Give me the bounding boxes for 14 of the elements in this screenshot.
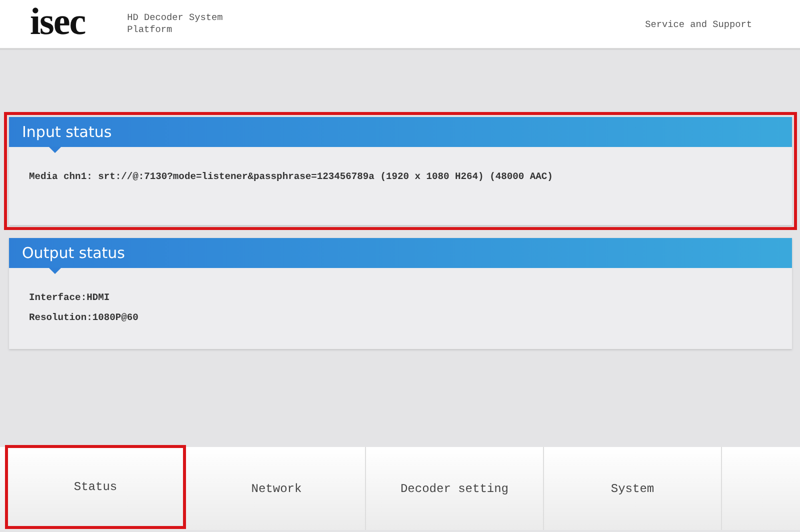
nav-tab[interactable]: Decoder setting (366, 447, 544, 530)
logo: isec (30, 3, 86, 41)
status-line: Interface:HDMI (29, 292, 111, 303)
pointer-notch (49, 147, 61, 153)
support-link[interactable]: Service and Support (645, 18, 752, 30)
status-line: Media chn1: srt://@:7130?mode=listener&passphrase=123456789a (1920 x 1080 H264) (48000 AAC) (29, 171, 554, 182)
nav-tab[interactable]: Network (188, 447, 366, 530)
platform-subtitle: HD Decoder System Platform (127, 12, 224, 36)
panel-title: Output status (22, 244, 125, 262)
status-line: Resolution:1080P@60 (29, 312, 140, 323)
pointer-notch (49, 268, 61, 274)
nav-tab[interactable]: Status (5, 445, 186, 529)
panel-title: Input status (22, 123, 112, 141)
nav-tab[interactable]: System (544, 447, 722, 530)
